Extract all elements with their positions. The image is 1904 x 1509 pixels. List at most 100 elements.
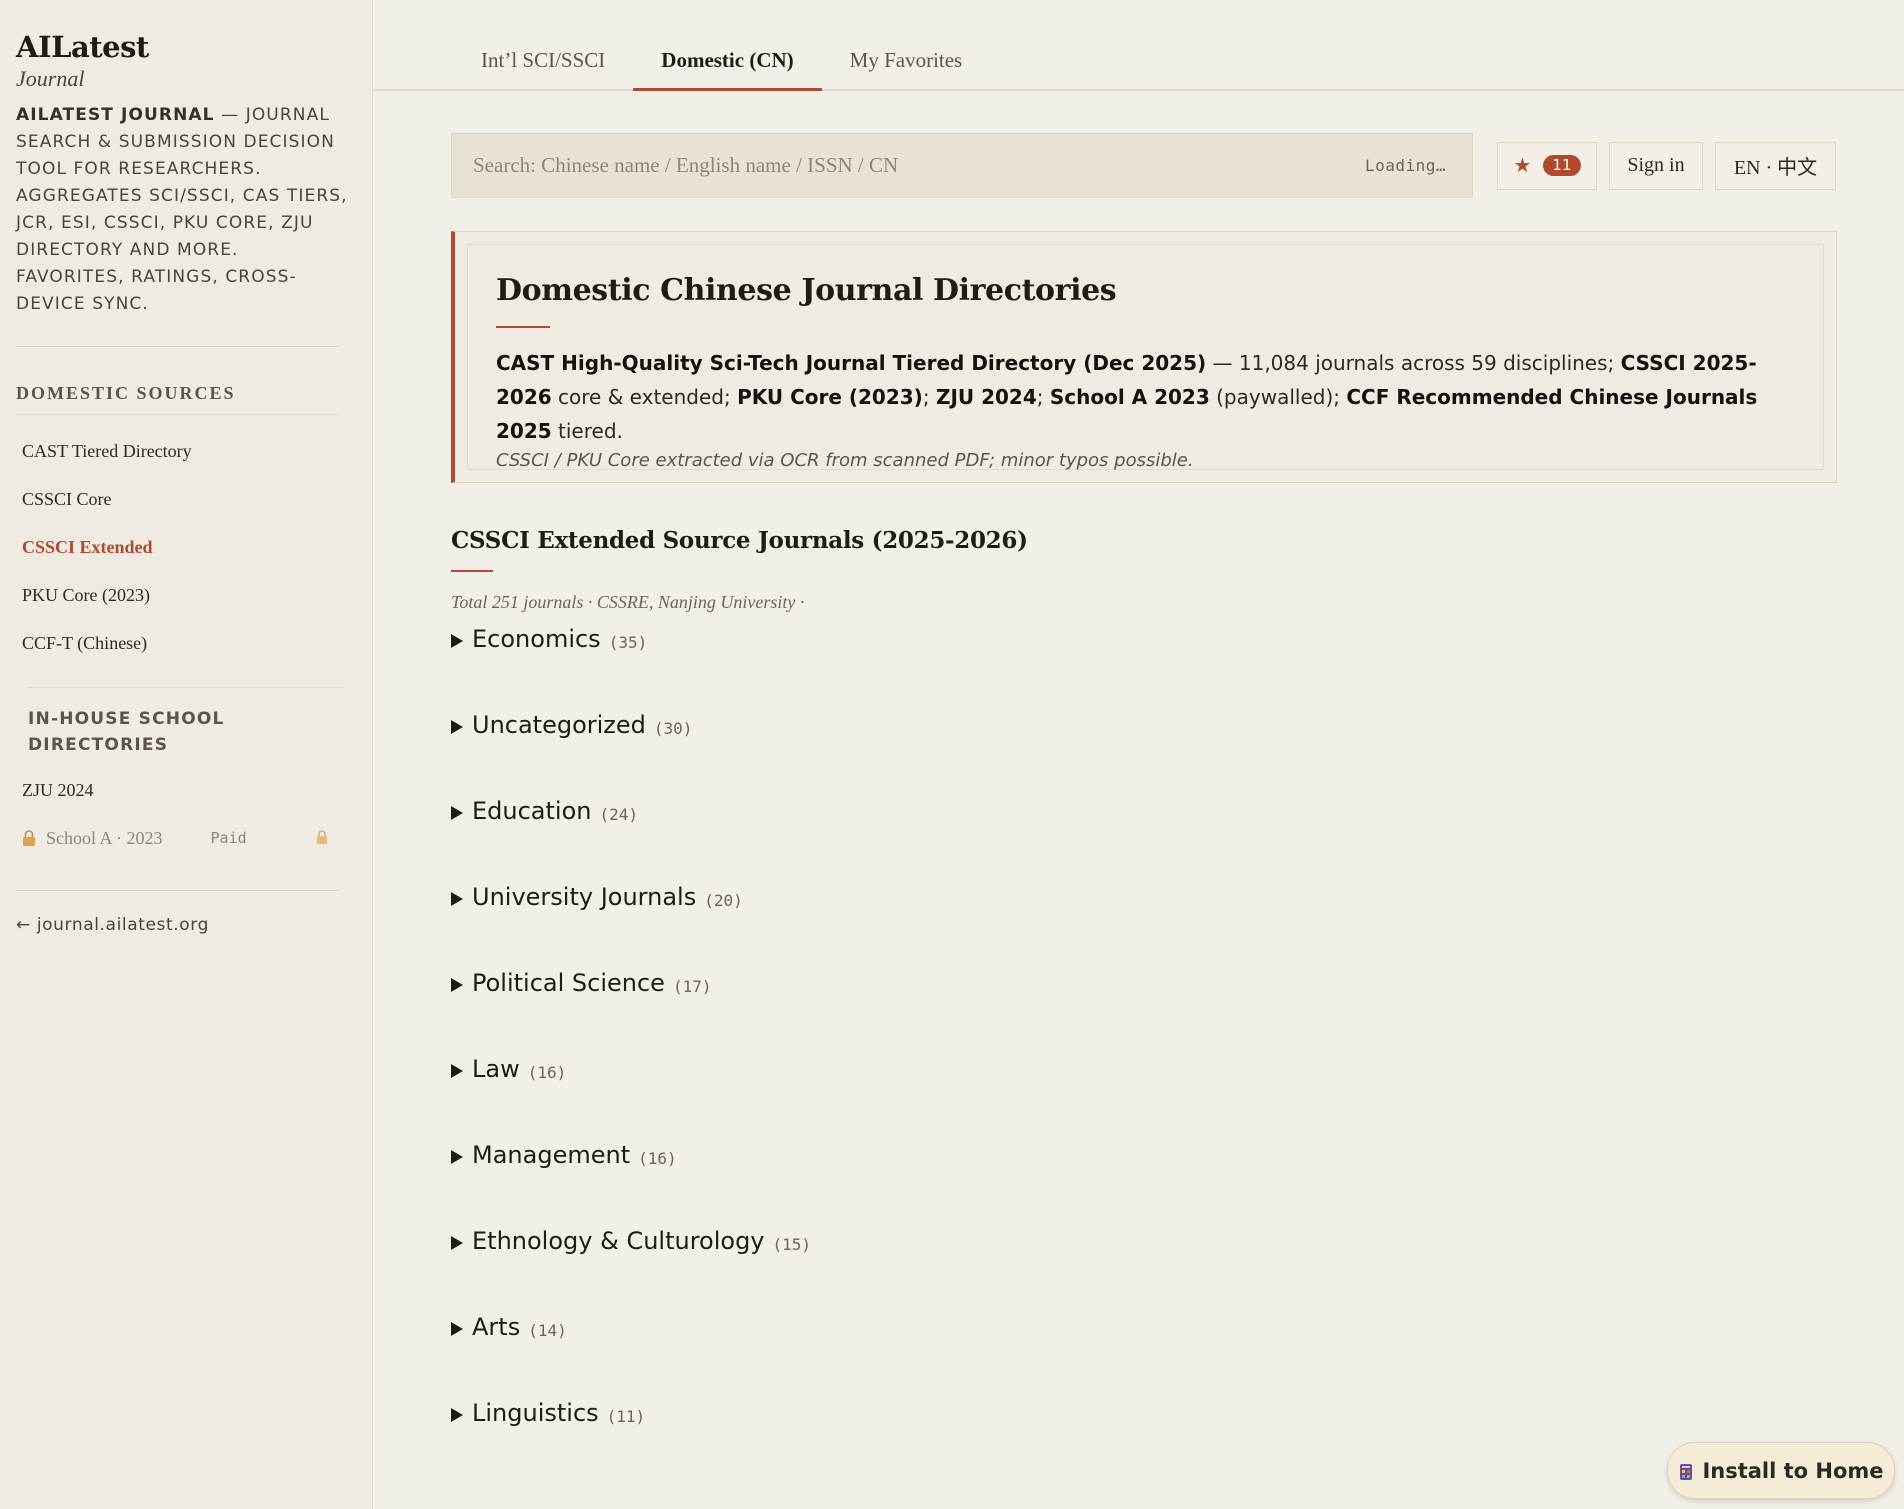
category-economics[interactable]: Economics (35)	[451, 625, 1028, 711]
toolbar: Loading… ★ 11 Sign in EN · 中文	[451, 133, 1837, 198]
category-management[interactable]: Management (16)	[451, 1141, 1028, 1227]
logo-title[interactable]: AILatest	[16, 30, 356, 64]
favorites-count-badge: 11	[1543, 155, 1581, 176]
category-name: Ethnology & Culturology	[472, 1227, 765, 1255]
expand-triangle-icon	[451, 1064, 463, 1078]
intro-text: AILatest Journal — Journal search & subm…	[16, 102, 351, 318]
search-input[interactable]	[473, 153, 1365, 178]
expand-triangle-icon	[451, 892, 463, 906]
sidebar-item-school-a[interactable]: School A · 2023 Paid	[16, 814, 336, 862]
panel-text: core & extended;	[551, 385, 738, 409]
category-name: Economics	[472, 625, 601, 653]
divider	[16, 346, 339, 347]
locked-item-label: School A · 2023	[46, 827, 163, 848]
domestic-nav: CAST Tiered Directory CSSCI Core CSSCI E…	[16, 427, 356, 667]
category-education[interactable]: Education (24)	[451, 797, 1028, 883]
install-icon	[1678, 1462, 1694, 1480]
intro-brand: AILatest Journal	[16, 105, 215, 125]
logo-subtitle: Journal	[16, 66, 85, 91]
category-count: (14)	[528, 1321, 567, 1340]
sidebar: AILatest Journal AILatest Journal — Jour…	[0, 0, 373, 1509]
divider	[16, 890, 339, 891]
category-arts[interactable]: Arts (14)	[451, 1313, 1028, 1399]
panel-text: ;	[1036, 385, 1050, 409]
panel-text: ;	[922, 385, 936, 409]
category-name: Political Science	[472, 969, 665, 997]
category-name: Arts	[472, 1313, 521, 1341]
language-toggle-button[interactable]: EN · 中文	[1715, 141, 1836, 190]
sign-in-button[interactable]: Sign in	[1609, 141, 1703, 190]
search-status: Loading…	[1364, 156, 1446, 175]
install-to-home-button[interactable]: Install to Home	[1667, 1442, 1895, 1499]
accent-rule	[496, 326, 550, 328]
category-count: (16)	[638, 1149, 677, 1168]
category-count: (15)	[772, 1235, 812, 1254]
school-directories-heading: In-house School Directories	[28, 687, 344, 758]
section-title: CSSCI Extended Source Journals (2025-202…	[451, 527, 1028, 554]
sidebar-item-cssci-extended[interactable]: CSSCI Extended	[16, 523, 356, 571]
tab-bar: Int’l SCI/SSCI Domestic (CN) My Favorite…	[374, 0, 1904, 91]
category-political-science[interactable]: Political Science (17)	[451, 969, 1028, 1055]
category-name: Education	[472, 797, 592, 825]
panel-note: CSSCI / PKU Core extracted via OCR from …	[496, 450, 1194, 471]
panel-bold: School A 2023	[1049, 385, 1210, 409]
panel-text: — 11,084 journals across 59 disciplines;	[1206, 351, 1621, 375]
expand-triangle-icon	[451, 1150, 463, 1164]
category-name: Uncategorized	[472, 711, 646, 739]
search-box: Loading…	[451, 133, 1473, 198]
install-label: Install to Home	[1702, 1458, 1884, 1483]
category-name: Management	[472, 1141, 631, 1169]
domestic-sources-heading: Domestic Sources	[16, 383, 339, 415]
expand-triangle-icon	[451, 634, 463, 648]
sidebar-item-pku-core[interactable]: PKU Core (2023)	[16, 571, 356, 619]
sidebar-item-cast[interactable]: CAST Tiered Directory	[16, 427, 356, 475]
category-count: (30)	[653, 719, 693, 738]
lock-icon	[316, 830, 330, 844]
info-panel-inner: Domestic Chinese Journal Directories CAS…	[467, 244, 1824, 471]
intro-body: — Journal search & submission decision t…	[16, 105, 348, 314]
expand-triangle-icon	[451, 720, 463, 734]
category-name: Law	[472, 1055, 520, 1083]
category-law[interactable]: Law (16)	[451, 1055, 1028, 1141]
star-icon: ★	[1513, 155, 1532, 177]
category-ethnology[interactable]: Ethnology & Culturology (15)	[451, 1227, 1028, 1313]
tab-domestic[interactable]: Domestic (CN)	[633, 2, 822, 91]
expand-triangle-icon	[451, 978, 463, 992]
main-content: Int’l SCI/SSCI Domestic (CN) My Favorite…	[374, 0, 1904, 1509]
category-linguistics[interactable]: Linguistics (11)	[451, 1399, 1028, 1485]
panel-bold: CAST High-Quality Sci-Tech Journal Tiere…	[496, 351, 1207, 375]
panel-bold: PKU Core (2023)	[737, 385, 923, 409]
journal-section: CSSCI Extended Source Journals (2025-202…	[451, 527, 1028, 1485]
expand-triangle-icon	[451, 1236, 463, 1250]
tab-international[interactable]: Int’l SCI/SSCI	[453, 2, 633, 91]
category-name: Linguistics	[472, 1399, 599, 1427]
category-count: (17)	[672, 977, 712, 996]
category-count: (20)	[704, 891, 743, 910]
section-meta: Total 251 journals · CSSRE, Nanjing Univ…	[451, 592, 805, 612]
lock-icon	[22, 830, 36, 846]
category-count: (24)	[599, 805, 639, 824]
category-count: (35)	[608, 633, 648, 652]
category-count: (16)	[527, 1063, 567, 1082]
sidebar-item-ccf-t[interactable]: CCF-T (Chinese)	[16, 619, 356, 667]
panel-text: tiered.	[551, 419, 623, 443]
paid-tag: Paid	[210, 829, 247, 847]
tab-favorites[interactable]: My Favorites	[822, 2, 991, 91]
category-count: (11)	[606, 1407, 646, 1426]
expand-triangle-icon	[451, 806, 463, 820]
category-uncategorized[interactable]: Uncategorized (30)	[451, 711, 1028, 797]
category-university-journals[interactable]: University Journals (20)	[451, 883, 1028, 969]
sidebar-item-cssci-core[interactable]: CSSCI Core	[16, 475, 356, 523]
sidebar-item-zju[interactable]: ZJU 2024	[16, 766, 356, 814]
info-panel: Domestic Chinese Journal Directories CAS…	[451, 231, 1837, 483]
favorites-button[interactable]: ★ 11	[1497, 141, 1597, 190]
school-nav: ZJU 2024 School A · 2023 Paid	[16, 766, 356, 862]
site-link[interactable]: ← journal.ailatest.org	[16, 915, 356, 935]
accent-rule	[451, 570, 493, 572]
expand-triangle-icon	[451, 1408, 463, 1422]
category-name: University Journals	[472, 883, 697, 911]
panel-text: (paywalled);	[1209, 385, 1347, 409]
panel-bold: ZJU 2024	[935, 385, 1037, 409]
panel-description: CAST High-Quality Sci-Tech Journal Tiere…	[496, 346, 1795, 448]
panel-title: Domestic Chinese Journal Directories	[496, 273, 1117, 308]
